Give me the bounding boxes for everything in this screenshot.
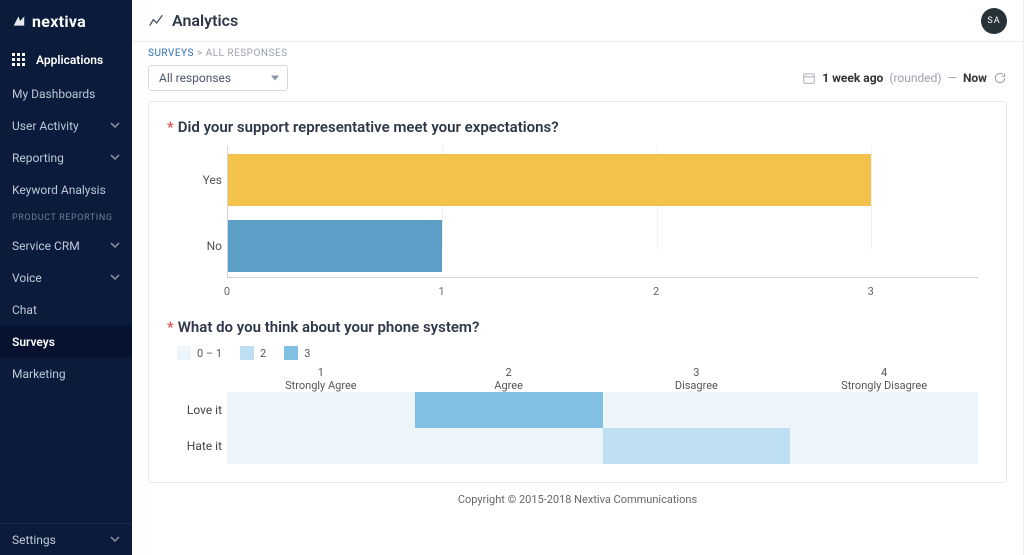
- calendar-icon: [802, 71, 816, 85]
- required-mark: *: [167, 318, 174, 336]
- chevron-down-icon: [110, 271, 120, 285]
- breadcrumb-root[interactable]: SURVEYS: [148, 48, 194, 59]
- refresh-icon[interactable]: [993, 71, 1007, 85]
- apps-grid-icon: [12, 53, 26, 67]
- breadcrumb: SURVEYS > ALL RESPONSES: [132, 42, 1023, 61]
- date-range[interactable]: 1 week ago (rounded) — Now: [802, 71, 1007, 85]
- legend-item-low: 0 – 1: [177, 346, 222, 360]
- sidebar-item-label: Marketing: [12, 367, 66, 381]
- chart-1-plot: [227, 146, 978, 278]
- footer-copyright: Copyright © 2015-2018 Nextiva Communicat…: [148, 483, 1007, 508]
- brand-icon: [12, 14, 26, 28]
- sidebar-item-label: User Activity: [12, 119, 79, 133]
- sidebar-item-label: My Dashboards: [12, 87, 95, 101]
- brand-logo: nextiva: [0, 0, 132, 42]
- sidebar-item-settings[interactable]: Settings: [0, 523, 132, 555]
- sidebar-item-label: Keyword Analysis: [12, 183, 106, 197]
- chart-1: Yes No 0 1 2 3: [167, 146, 988, 306]
- heat-row-hate: Hate it: [227, 428, 978, 464]
- chevron-down-icon: [110, 239, 120, 253]
- bar-label-no: No: [167, 239, 222, 253]
- analytics-icon: [148, 13, 164, 29]
- cell[interactable]: [227, 428, 415, 464]
- cell[interactable]: [790, 392, 978, 428]
- sidebar-item-label: Voice: [12, 271, 42, 285]
- dropdown-value: All responses: [159, 71, 231, 85]
- required-mark: *: [167, 118, 174, 136]
- brand-text: nextiva: [32, 12, 86, 31]
- bar-yes[interactable]: [228, 154, 871, 206]
- sidebar-item-chat[interactable]: Chat: [0, 294, 132, 326]
- page-title: Analytics: [172, 11, 238, 30]
- xtick-3: 3: [868, 285, 874, 298]
- cell[interactable]: [790, 428, 978, 464]
- sidebar-item-label: Chat: [12, 303, 37, 317]
- breadcrumb-current: ALL RESPONSES: [206, 48, 288, 59]
- cell[interactable]: [415, 392, 603, 428]
- cell[interactable]: [603, 428, 791, 464]
- sidebar-item-voice[interactable]: Voice: [0, 262, 132, 294]
- cell[interactable]: [415, 428, 603, 464]
- chart-2: 1Strongly Agree 2Agree 3Disagree 4Strong…: [227, 366, 978, 464]
- sidebar-item-label: Reporting: [12, 151, 64, 165]
- chevron-down-icon: [110, 533, 120, 547]
- bar-no[interactable]: [228, 220, 442, 272]
- user-avatar[interactable]: SA: [981, 8, 1007, 34]
- sidebar-item-my-dashboards[interactable]: My Dashboards: [0, 78, 132, 110]
- sidebar-item-label: Surveys: [12, 335, 55, 349]
- range-start: 1 week ago: [822, 71, 883, 85]
- row-label-love: Love it: [167, 403, 222, 417]
- range-qualifier: (rounded): [889, 71, 941, 85]
- xtick-1: 1: [438, 285, 444, 298]
- col-head-2: 2Agree: [415, 366, 603, 392]
- main-content: Analytics SA SURVEYS > ALL RESPONSES All…: [132, 0, 1023, 555]
- col-head-1: 1Strongly Agree: [227, 366, 415, 392]
- legend-item-hi: 3: [284, 346, 310, 360]
- cell[interactable]: [603, 392, 791, 428]
- sidebar: nextiva Applications My Dashboards User …: [0, 0, 132, 555]
- question-1-title: *Did your support representative meet yo…: [167, 118, 988, 136]
- sidebar-item-label: Service CRM: [12, 239, 80, 253]
- range-end: Now: [963, 71, 987, 85]
- legend-item-mid: 2: [240, 346, 266, 360]
- sidebar-item-keyword-analysis[interactable]: Keyword Analysis: [0, 174, 132, 206]
- sidebar-item-label: Settings: [12, 533, 56, 547]
- xtick-2: 2: [653, 285, 659, 298]
- bar-label-yes: Yes: [167, 173, 222, 187]
- col-head-4: 4Strongly Disagree: [790, 366, 978, 392]
- cell[interactable]: [227, 392, 415, 428]
- sidebar-section-label: PRODUCT REPORTING: [12, 213, 113, 223]
- filter-bar: All responses 1 week ago (rounded) — Now: [132, 61, 1023, 101]
- xtick-0: 0: [224, 285, 230, 298]
- col-head-3: 3Disagree: [603, 366, 791, 392]
- sidebar-item-marketing[interactable]: Marketing: [0, 358, 132, 390]
- topbar: Analytics SA: [132, 0, 1023, 42]
- row-label-hate: Hate it: [167, 439, 222, 453]
- chart-2-header: 1Strongly Agree 2Agree 3Disagree 4Strong…: [227, 366, 978, 392]
- sidebar-item-reporting[interactable]: Reporting: [0, 142, 132, 174]
- sidebar-item-user-activity[interactable]: User Activity: [0, 110, 132, 142]
- sidebar-applications[interactable]: Applications: [0, 42, 132, 78]
- chevron-down-icon: [110, 119, 120, 133]
- heat-row-love: Love it: [227, 392, 978, 428]
- sidebar-applications-label: Applications: [36, 53, 103, 67]
- responses-dropdown[interactable]: All responses: [148, 65, 288, 91]
- breadcrumb-sep: >: [197, 48, 203, 59]
- chevron-down-icon: [110, 151, 120, 165]
- chart-2-legend: 0 – 1 2 3: [177, 346, 988, 360]
- sidebar-item-surveys[interactable]: Surveys: [0, 326, 132, 358]
- sidebar-item-service-crm[interactable]: Service CRM: [0, 230, 132, 262]
- survey-card: *Did your support representative meet yo…: [148, 101, 1007, 483]
- sidebar-section-product-reporting: PRODUCT REPORTING: [0, 206, 132, 230]
- range-dash: —: [948, 71, 957, 85]
- question-2-title: *What do you think about your phone syst…: [167, 318, 988, 336]
